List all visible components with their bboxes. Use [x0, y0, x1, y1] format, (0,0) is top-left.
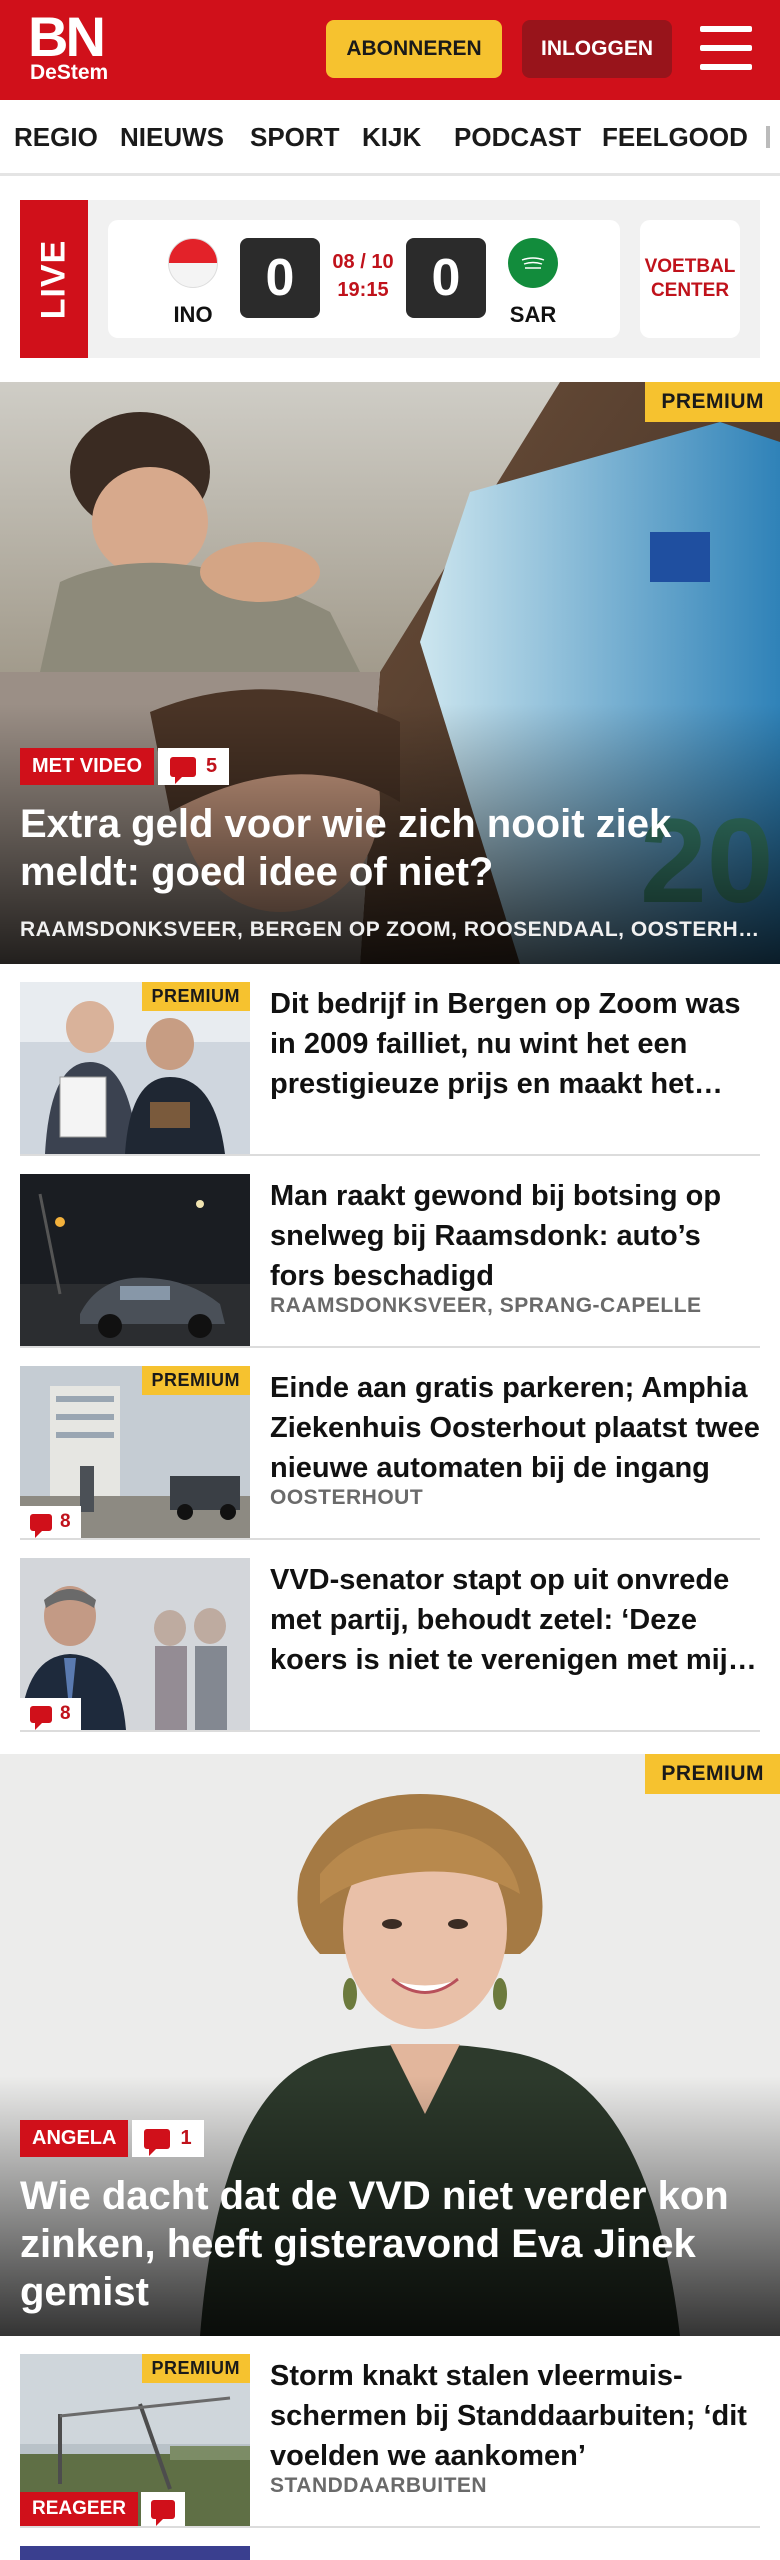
home-team: INO — [173, 302, 213, 327]
hero-article-column[interactable]: PREMIUM ANGELA 1 Wie dacht dat de VVD ni… — [0, 1754, 780, 2336]
article-title[interactable]: VVD-senator stapt op uit onvrede met par… — [270, 1560, 760, 1680]
hero-tags: ANGELA 1 — [20, 2120, 204, 2157]
article-thumbnail: PREMIUM REAGEER — [20, 2354, 250, 2526]
reageer-comment-button[interactable] — [140, 2492, 185, 2526]
nav-item-regio[interactable]: REGIO — [14, 122, 98, 153]
comment-icon — [30, 1705, 52, 1730]
list-item[interactable]: PREMIUM REAGEER Storm knakt stalen vleer… — [20, 2336, 760, 2528]
comment-icon — [144, 2128, 171, 2156]
next-article-thumbnail-peek — [20, 2546, 250, 2560]
reageer-label[interactable]: REAGEER — [20, 2492, 138, 2526]
article-title[interactable]: Storm knakt stalen vleermuis-schermen bi… — [270, 2356, 760, 2476]
comment-count[interactable]: 8 — [20, 1698, 81, 1730]
hamburger-menu-icon[interactable] — [700, 26, 752, 72]
match-date: 08 / 10 — [332, 251, 394, 273]
hero-article-sick-leave[interactable]: 20 PREMIUM MET VIDEO 5 Extra geld voor w… — [0, 382, 780, 964]
hero-tags: MET VIDEO 5 — [20, 748, 230, 785]
hero-title[interactable]: Extra geld voor wie zich nooit ziek meld… — [20, 800, 760, 896]
home-score: 0 — [240, 238, 320, 318]
comment-count-value: 1 — [180, 2127, 192, 2149]
video-tag: MET VIDEO — [20, 748, 155, 785]
list-item[interactable]: Man raakt gewond bij botsing op snelweg … — [20, 1156, 760, 1348]
indonesia-flag-icon — [168, 238, 218, 288]
reageer-action[interactable]: REAGEER — [20, 2492, 185, 2526]
article-thumbnail — [20, 1174, 250, 1346]
list-item[interactable]: PREMIUM Dit bedrijf in Bergen op Zoom wa… — [20, 964, 760, 1156]
main-nav: REGIO NIEUWS SPORT KIJK PODCAST FEELGOOD — [0, 100, 780, 176]
away-team: SAR — [509, 302, 557, 327]
away-score: 0 — [406, 238, 486, 318]
comment-count[interactable]: 5 — [158, 748, 230, 785]
nav-overflow-hint — [766, 126, 770, 148]
article-thumbnail: PREMIUM 8 — [20, 1366, 250, 1538]
match-card[interactable]: INO 0 08 / 10 19:15 0 SAR — [108, 220, 620, 338]
article-location: RAAMSDONKSVEER, SPRANG-CAPELLE — [270, 1294, 702, 1317]
comment-count-value: 8 — [60, 1703, 71, 1724]
nav-item-podcast[interactable]: PODCAST — [454, 122, 581, 153]
voetbal-center-link[interactable]: VOETBAL CENTER — [640, 220, 740, 338]
article-thumbnail: 8 — [20, 1558, 250, 1730]
article-title[interactable]: Dit bedrijf in Bergen op Zoom was in 200… — [270, 984, 760, 1104]
comment-icon — [150, 2499, 175, 2526]
login-button[interactable]: INLOGGEN — [522, 20, 672, 78]
list-item[interactable]: 8 VVD-senator stapt op uit onvrede met p… — [20, 1540, 760, 1732]
premium-badge: PREMIUM — [141, 982, 250, 1011]
comment-count[interactable]: 8 — [20, 1506, 81, 1538]
logo-main: BN — [28, 5, 106, 68]
premium-badge: PREMIUM — [645, 1754, 780, 1794]
hero-title[interactable]: Wie dacht dat de VVD niet verder kon zin… — [20, 2172, 760, 2316]
premium-badge: PREMIUM — [645, 382, 780, 422]
article-thumbnail: PREMIUM — [20, 982, 250, 1154]
saudi-arabia-flag-icon — [508, 238, 558, 288]
article-title[interactable]: Einde aan gratis parkeren; Amphia Zieken… — [270, 1368, 760, 1488]
live-scores-bar: LIVE INO 0 08 / 10 19:15 0 SAR VOETBAL C… — [20, 200, 760, 358]
comment-icon — [170, 756, 197, 784]
nav-item-feelgood[interactable]: FEELGOOD — [602, 122, 748, 153]
article-location: OOSTERHOUT — [270, 1486, 424, 1509]
comment-count-value: 8 — [60, 1511, 71, 1532]
match-datetime: 08 / 10 19:15 — [328, 248, 398, 304]
comment-icon — [30, 1513, 52, 1538]
article-location: STANDDAARBUITEN — [270, 2474, 488, 2497]
article-title[interactable]: Man raakt gewond bij botsing op snelweg … — [270, 1176, 760, 1296]
hero-location: RAAMSDONKSVEER, BERGEN OP ZOOM, ROOSENDA… — [20, 918, 760, 941]
premium-badge: PREMIUM — [141, 1366, 250, 1395]
nav-item-nieuws[interactable]: NIEUWS — [120, 122, 224, 153]
author-tag[interactable]: ANGELA — [20, 2120, 129, 2157]
logo-sub: DeStem — [30, 61, 109, 84]
live-label: LIVE — [20, 200, 88, 358]
premium-badge: PREMIUM — [141, 2354, 250, 2383]
comment-count-value: 5 — [206, 755, 218, 777]
comment-count[interactable]: 1 — [132, 2120, 204, 2157]
subscribe-button[interactable]: ABONNEREN — [326, 20, 502, 78]
nav-item-sport[interactable]: SPORT — [250, 122, 340, 153]
site-header: BN DeStem ABONNEREN INLOGGEN — [0, 0, 780, 100]
site-logo[interactable]: BN DeStem — [28, 5, 109, 84]
match-time: 19:15 — [337, 279, 389, 301]
list-item[interactable]: PREMIUM 8 Einde aan gratis parkeren; Amp… — [20, 1348, 760, 1540]
nav-item-kijk[interactable]: KIJK — [362, 122, 421, 153]
